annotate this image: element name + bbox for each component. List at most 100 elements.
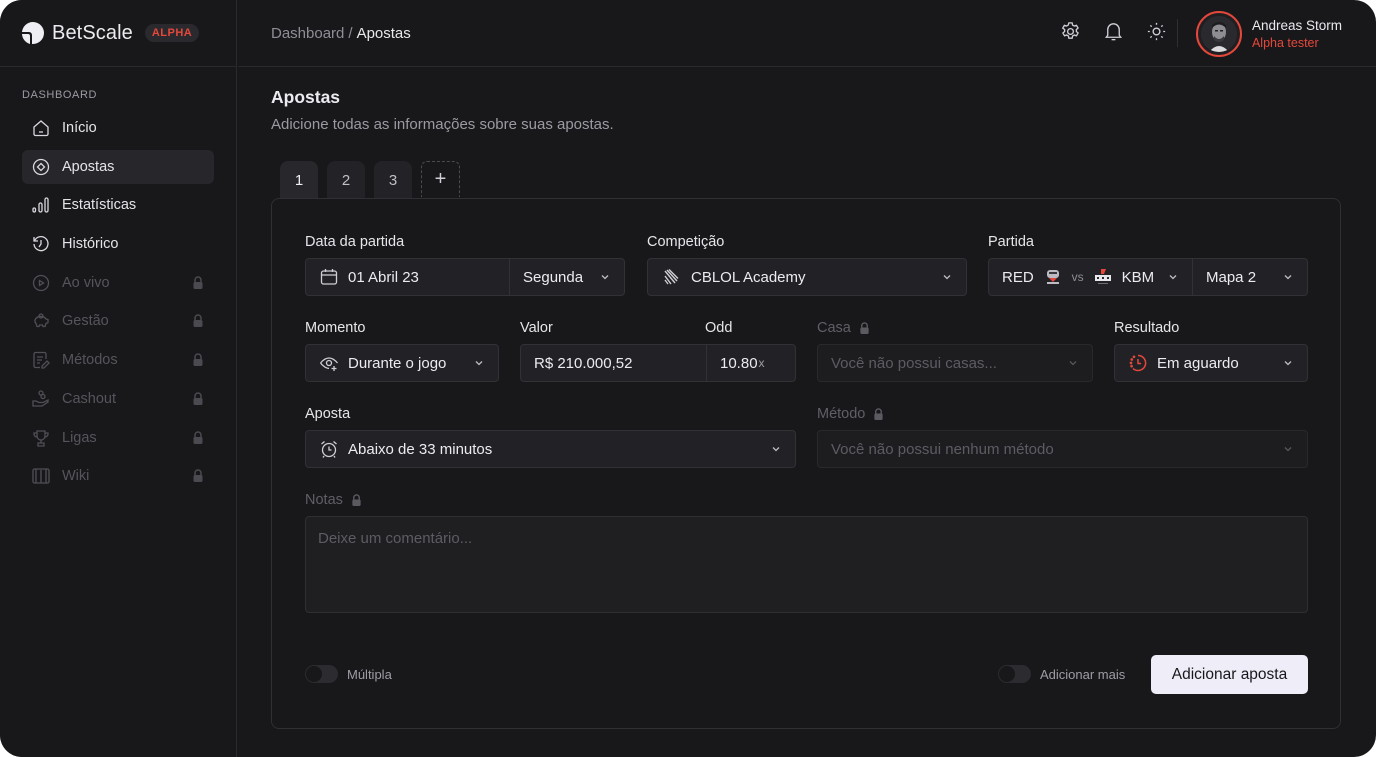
sidebar-item-estatisticas[interactable]: Estatísticas — [22, 188, 214, 222]
hand-coins-icon — [31, 389, 51, 409]
odd-suffix: x — [758, 356, 765, 370]
sidebar-item-gestao[interactable]: Gestão — [22, 304, 214, 338]
page-subtitle: Adicione todas as informações sobre suas… — [271, 116, 614, 133]
calendar-icon — [319, 267, 339, 287]
sidebar-item-wiki[interactable]: Wiki — [22, 459, 214, 493]
clock-pending-icon — [1128, 353, 1148, 373]
result-label: Resultado — [1114, 320, 1180, 336]
add-more-toggle[interactable]: Adicionar mais — [998, 665, 1125, 683]
lock-icon — [192, 353, 204, 367]
sun-icon[interactable] — [1145, 20, 1168, 43]
bet-value: Abaixo de 33 minutos — [348, 440, 493, 458]
breadcrumb-parent[interactable]: Dashboard — [271, 25, 344, 42]
lock-icon — [192, 276, 204, 289]
amount-label: Valor — [520, 320, 553, 336]
add-more-label: Adicionar mais — [1040, 666, 1126, 682]
notes-textarea[interactable]: Deixe um comentário... — [305, 516, 1308, 613]
tab-3[interactable]: 3 — [374, 161, 412, 199]
method-label-text: Método — [817, 406, 866, 422]
history-icon — [31, 234, 51, 254]
sidebar-item-label: Gestão — [62, 313, 109, 330]
map-value: Mapa 2 — [1206, 268, 1257, 286]
amount-input[interactable]: R$ 210.000,52 — [521, 345, 706, 381]
weekday-value: Segunda — [523, 268, 584, 286]
sidebar-item-label: Cashout — [62, 390, 117, 407]
add-tab-button[interactable]: + — [421, 161, 460, 197]
sidebar-item-apostas[interactable]: Apostas — [22, 149, 214, 184]
chevron-down-icon — [599, 271, 611, 283]
date-picker[interactable]: 01 Abril 23 — [306, 259, 509, 295]
breadcrumb: Dashboard / Apostas — [271, 25, 411, 42]
sidebar-item-label: Ligas — [62, 429, 97, 446]
top-header: Dashboard/Apostas Andreas Storm Alpha — [238, 0, 1376, 67]
chevron-down-icon — [770, 443, 782, 455]
chevron-down-icon — [1282, 443, 1294, 455]
brand: BetScale ALPHA — [0, 0, 236, 67]
sidebar: BetScale ALPHA DASHBOARD Início Apostas — [0, 0, 237, 757]
house-select: Você não possui casas... — [817, 344, 1093, 382]
sidebar-nav: Início Apostas Estatísticas Histórico Ao… — [0, 111, 236, 493]
trophy-icon — [31, 428, 51, 448]
amount-odd-field: R$ 210.000,52 10.80 x — [520, 344, 796, 382]
team-a-name: RED — [1002, 268, 1034, 286]
house-label: Casa — [817, 320, 870, 336]
lock-icon — [192, 314, 204, 328]
vs-text: vs — [1071, 270, 1084, 284]
alpha-badge: ALPHA — [144, 24, 200, 42]
sidebar-item-label: Histórico — [62, 236, 119, 253]
competition-select[interactable]: CBLOL Academy — [647, 258, 967, 296]
alarm-clock-icon — [319, 439, 339, 459]
user-menu[interactable]: Andreas Storm Alpha tester — [1195, 11, 1342, 57]
user-info: Andreas Storm Alpha tester — [1252, 18, 1342, 50]
sidebar-item-metodos[interactable]: Métodos — [22, 343, 214, 377]
breadcrumb-separator: / — [348, 24, 353, 42]
multiple-label: Múltipla — [347, 666, 392, 682]
house-placeholder: Você não possui casas... — [831, 354, 997, 372]
moment-select[interactable]: Durante o jogo — [305, 344, 499, 382]
date-field: 01 Abril 23 Segunda — [305, 258, 625, 296]
sidebar-item-label: Wiki — [62, 468, 90, 485]
bet-select[interactable]: Abaixo de 33 minutos — [305, 430, 796, 468]
odd-input[interactable]: 10.80 x — [706, 345, 795, 381]
team-b-name: KBM — [1121, 268, 1155, 286]
betscale-logo-icon — [21, 21, 45, 45]
sidebar-section-label: DASHBOARD — [22, 89, 98, 101]
play-circle-icon — [31, 273, 51, 293]
house-label-text: Casa — [817, 320, 851, 336]
sidebar-item-historico[interactable]: Histórico — [22, 227, 214, 261]
add-bet-button[interactable]: Adicionar aposta — [1151, 655, 1308, 694]
multiple-switch[interactable] — [305, 665, 338, 683]
amount-value: R$ 210.000,52 — [534, 354, 633, 372]
map-select[interactable]: Mapa 2 — [1192, 259, 1307, 295]
kbm-team-logo-icon — [1094, 268, 1112, 286]
odd-label: Odd — [705, 320, 733, 336]
notes-label-text: Notas — [305, 492, 343, 508]
header-actions — [1059, 20, 1168, 43]
lock-icon — [859, 322, 870, 334]
bet-label: Aposta — [305, 406, 351, 422]
sidebar-item-inicio[interactable]: Início — [22, 111, 214, 145]
bet-tabs: 1 2 3 + — [280, 161, 460, 199]
match-select[interactable]: RED vs KBM — [989, 259, 1192, 295]
app-window: BetScale ALPHA DASHBOARD Início Apostas — [0, 0, 1376, 757]
chevron-down-icon — [1282, 357, 1294, 369]
sidebar-item-ligas[interactable]: Ligas — [22, 421, 214, 455]
avatar[interactable] — [1195, 11, 1242, 57]
weekday-select[interactable]: Segunda — [509, 259, 624, 295]
settings-icon[interactable] — [1059, 20, 1082, 43]
bar-chart-icon — [31, 195, 51, 215]
tab-1[interactable]: 1 — [280, 161, 318, 199]
sidebar-item-label: Estatísticas — [62, 197, 137, 214]
multiple-toggle[interactable]: Múltipla — [305, 665, 392, 683]
sidebar-item-ao-vivo[interactable]: Ao vivo — [22, 266, 214, 300]
sidebar-item-cashout[interactable]: Cashout — [22, 382, 214, 416]
bet-form-card: Data da partida 01 Abril 23 Segunda Comp… — [271, 198, 1341, 729]
header-divider — [1177, 19, 1178, 47]
document-edit-icon — [31, 350, 51, 370]
result-value: Em aguardo — [1157, 354, 1239, 372]
tab-2[interactable]: 2 — [327, 161, 365, 199]
result-select[interactable]: Em aguardo — [1114, 344, 1308, 382]
odd-value: 10.80 — [720, 354, 758, 372]
add-more-switch[interactable] — [998, 665, 1031, 683]
bell-icon[interactable] — [1102, 20, 1125, 43]
